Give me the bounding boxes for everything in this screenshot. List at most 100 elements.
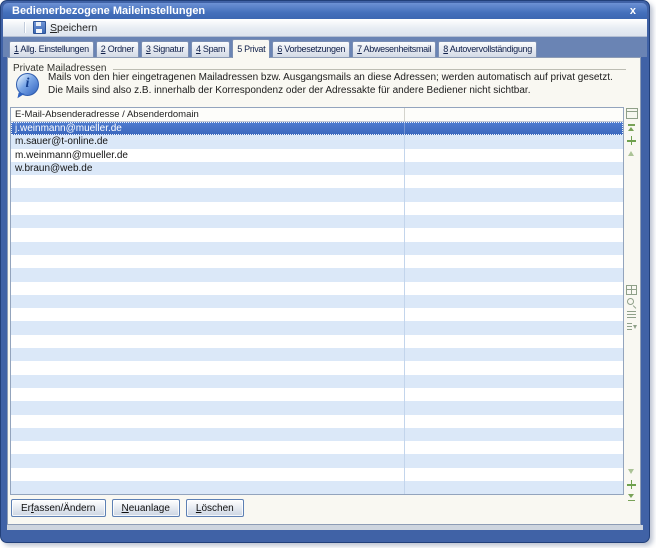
column-divider — [404, 428, 405, 441]
table-row-empty[interactable] — [11, 228, 623, 241]
loeschen-button[interactable]: Löschen — [186, 499, 244, 517]
table-row-empty[interactable] — [11, 481, 623, 494]
toolbar: Speichern — [3, 19, 647, 37]
close-icon[interactable]: x — [628, 4, 638, 18]
sort-icon[interactable] — [626, 321, 637, 332]
erfassen-aendern-button[interactable]: Erfassen/Ändern — [11, 499, 106, 517]
tabstrip: 1 Allg. Einstellungen2 Ordner3 Signatur4… — [9, 39, 539, 57]
column-divider — [404, 215, 405, 228]
table-row-empty[interactable] — [11, 441, 623, 454]
table-row-empty[interactable] — [11, 202, 623, 215]
column-divider — [404, 468, 405, 481]
table-row-empty[interactable] — [11, 175, 623, 188]
table-row-empty[interactable] — [11, 415, 623, 428]
tab-vorbesetzungen[interactable]: 6 Vorbesetzungen — [272, 41, 350, 57]
scroll-to-top-icon[interactable] — [626, 122, 637, 133]
column-divider — [404, 242, 405, 255]
tab-allg-einstellungen[interactable]: 1 Allg. Einstellungen — [9, 41, 94, 57]
column-divider — [404, 295, 405, 308]
column-divider — [404, 175, 405, 188]
table-row[interactable]: j.weinmann@mueller.de — [11, 122, 623, 135]
save-floppy-icon — [33, 21, 46, 34]
table-row-empty[interactable] — [11, 321, 623, 334]
table-row[interactable]: w.braun@web.de — [11, 162, 623, 175]
email-table: E-Mail-Absenderadresse / Absenderdomain … — [10, 107, 624, 495]
column-divider — [404, 282, 405, 295]
nav-group-top — [626, 121, 637, 160]
tab-privat[interactable]: 5 Privat — [232, 39, 270, 58]
table-row-empty[interactable] — [11, 282, 623, 295]
table-row[interactable]: m.sauer@t-online.de — [11, 135, 623, 148]
column-divider — [404, 375, 405, 388]
table-row-empty[interactable] — [11, 242, 623, 255]
column-options-icon[interactable] — [626, 108, 638, 119]
grid-view-icon[interactable] — [626, 285, 637, 295]
tab-ordner[interactable]: 2 Ordner — [96, 41, 139, 57]
list-view-icon[interactable] — [627, 311, 636, 318]
column-divider — [404, 441, 405, 454]
column-divider — [404, 202, 405, 215]
column-divider — [404, 454, 405, 467]
tab-abwesenheitsmail[interactable]: 7 Abwesenheitsmail — [352, 41, 436, 57]
column-divider — [404, 361, 405, 374]
column-divider — [404, 348, 405, 361]
column-divider — [404, 321, 405, 334]
table-row-empty[interactable] — [11, 295, 623, 308]
table-row-empty[interactable] — [11, 335, 623, 348]
table-row-empty[interactable] — [11, 454, 623, 467]
save-label: Speichern — [50, 22, 97, 34]
titlebar[interactable]: Bedienerbezogene Maileinstellungen x — [3, 3, 647, 19]
table-row-empty[interactable] — [11, 388, 623, 401]
nav-group-bottom — [626, 465, 637, 504]
email-grid-wrap: E-Mail-Absenderadresse / Absenderdomain … — [10, 107, 639, 495]
table-row-empty[interactable] — [11, 401, 623, 414]
column-divider — [404, 255, 405, 268]
table-row-empty[interactable] — [11, 308, 623, 321]
panel-bottom-gap — [7, 525, 643, 530]
nav-group-middle — [626, 283, 637, 333]
tab-spam[interactable]: 4 Spam — [191, 41, 230, 57]
email-cell: m.weinmann@mueller.de — [15, 150, 128, 161]
tab-band: 1 Allg. Einstellungen2 Ordner3 Signatur4… — [3, 37, 647, 57]
table-row-empty[interactable] — [11, 188, 623, 201]
email-cell: w.braun@web.de — [15, 163, 92, 174]
column-divider — [404, 122, 405, 135]
column-divider — [404, 162, 405, 175]
column-divider — [404, 268, 405, 281]
column-divider — [404, 149, 405, 162]
neuanlage-button[interactable]: Neuanlage — [112, 499, 180, 517]
tab-signatur[interactable]: 3 Signatur — [141, 41, 189, 57]
window-title: Bedienerbezogene Maileinstellungen — [12, 5, 205, 17]
table-row-empty[interactable] — [11, 268, 623, 281]
table-row-empty[interactable] — [11, 428, 623, 441]
table-row[interactable]: m.weinmann@mueller.de — [11, 149, 623, 162]
column-divider — [404, 481, 405, 494]
email-cell: j.weinmann@mueller.de — [15, 123, 122, 134]
search-icon[interactable] — [626, 297, 637, 308]
button-row: Erfassen/Ändern Neuanlage Löschen — [11, 499, 244, 517]
tab-autovervollstaendigung[interactable]: 8 Autovervollständigung — [438, 41, 537, 57]
move-down-icon[interactable] — [626, 466, 637, 477]
table-header-cell[interactable]: E-Mail-Absenderadresse / Absenderdomain — [11, 108, 623, 122]
column-divider — [404, 135, 405, 148]
table-row-empty[interactable] — [11, 255, 623, 268]
add-icon[interactable] — [626, 135, 637, 146]
info-balloon-icon: i — [16, 73, 39, 96]
settings-window: Bedienerbezogene Maileinstellungen x Spe… — [0, 0, 650, 543]
save-button[interactable]: Speichern — [30, 20, 100, 35]
column-divider — [404, 308, 405, 321]
column-divider — [404, 108, 405, 121]
table-body: j.weinmann@mueller.dem.sauer@t-online.de… — [11, 122, 623, 494]
group-divider — [113, 69, 626, 70]
table-row-empty[interactable] — [11, 361, 623, 374]
toolbar-grip — [24, 22, 25, 33]
scroll-to-bottom-icon[interactable] — [626, 492, 637, 503]
move-up-icon[interactable] — [626, 148, 637, 159]
table-row-empty[interactable] — [11, 348, 623, 361]
grid-nav-strip — [624, 107, 639, 494]
table-row-empty[interactable] — [11, 215, 623, 228]
table-row-empty[interactable] — [11, 468, 623, 481]
column-divider — [404, 335, 405, 348]
table-row-empty[interactable] — [11, 375, 623, 388]
add-icon[interactable] — [626, 479, 637, 490]
